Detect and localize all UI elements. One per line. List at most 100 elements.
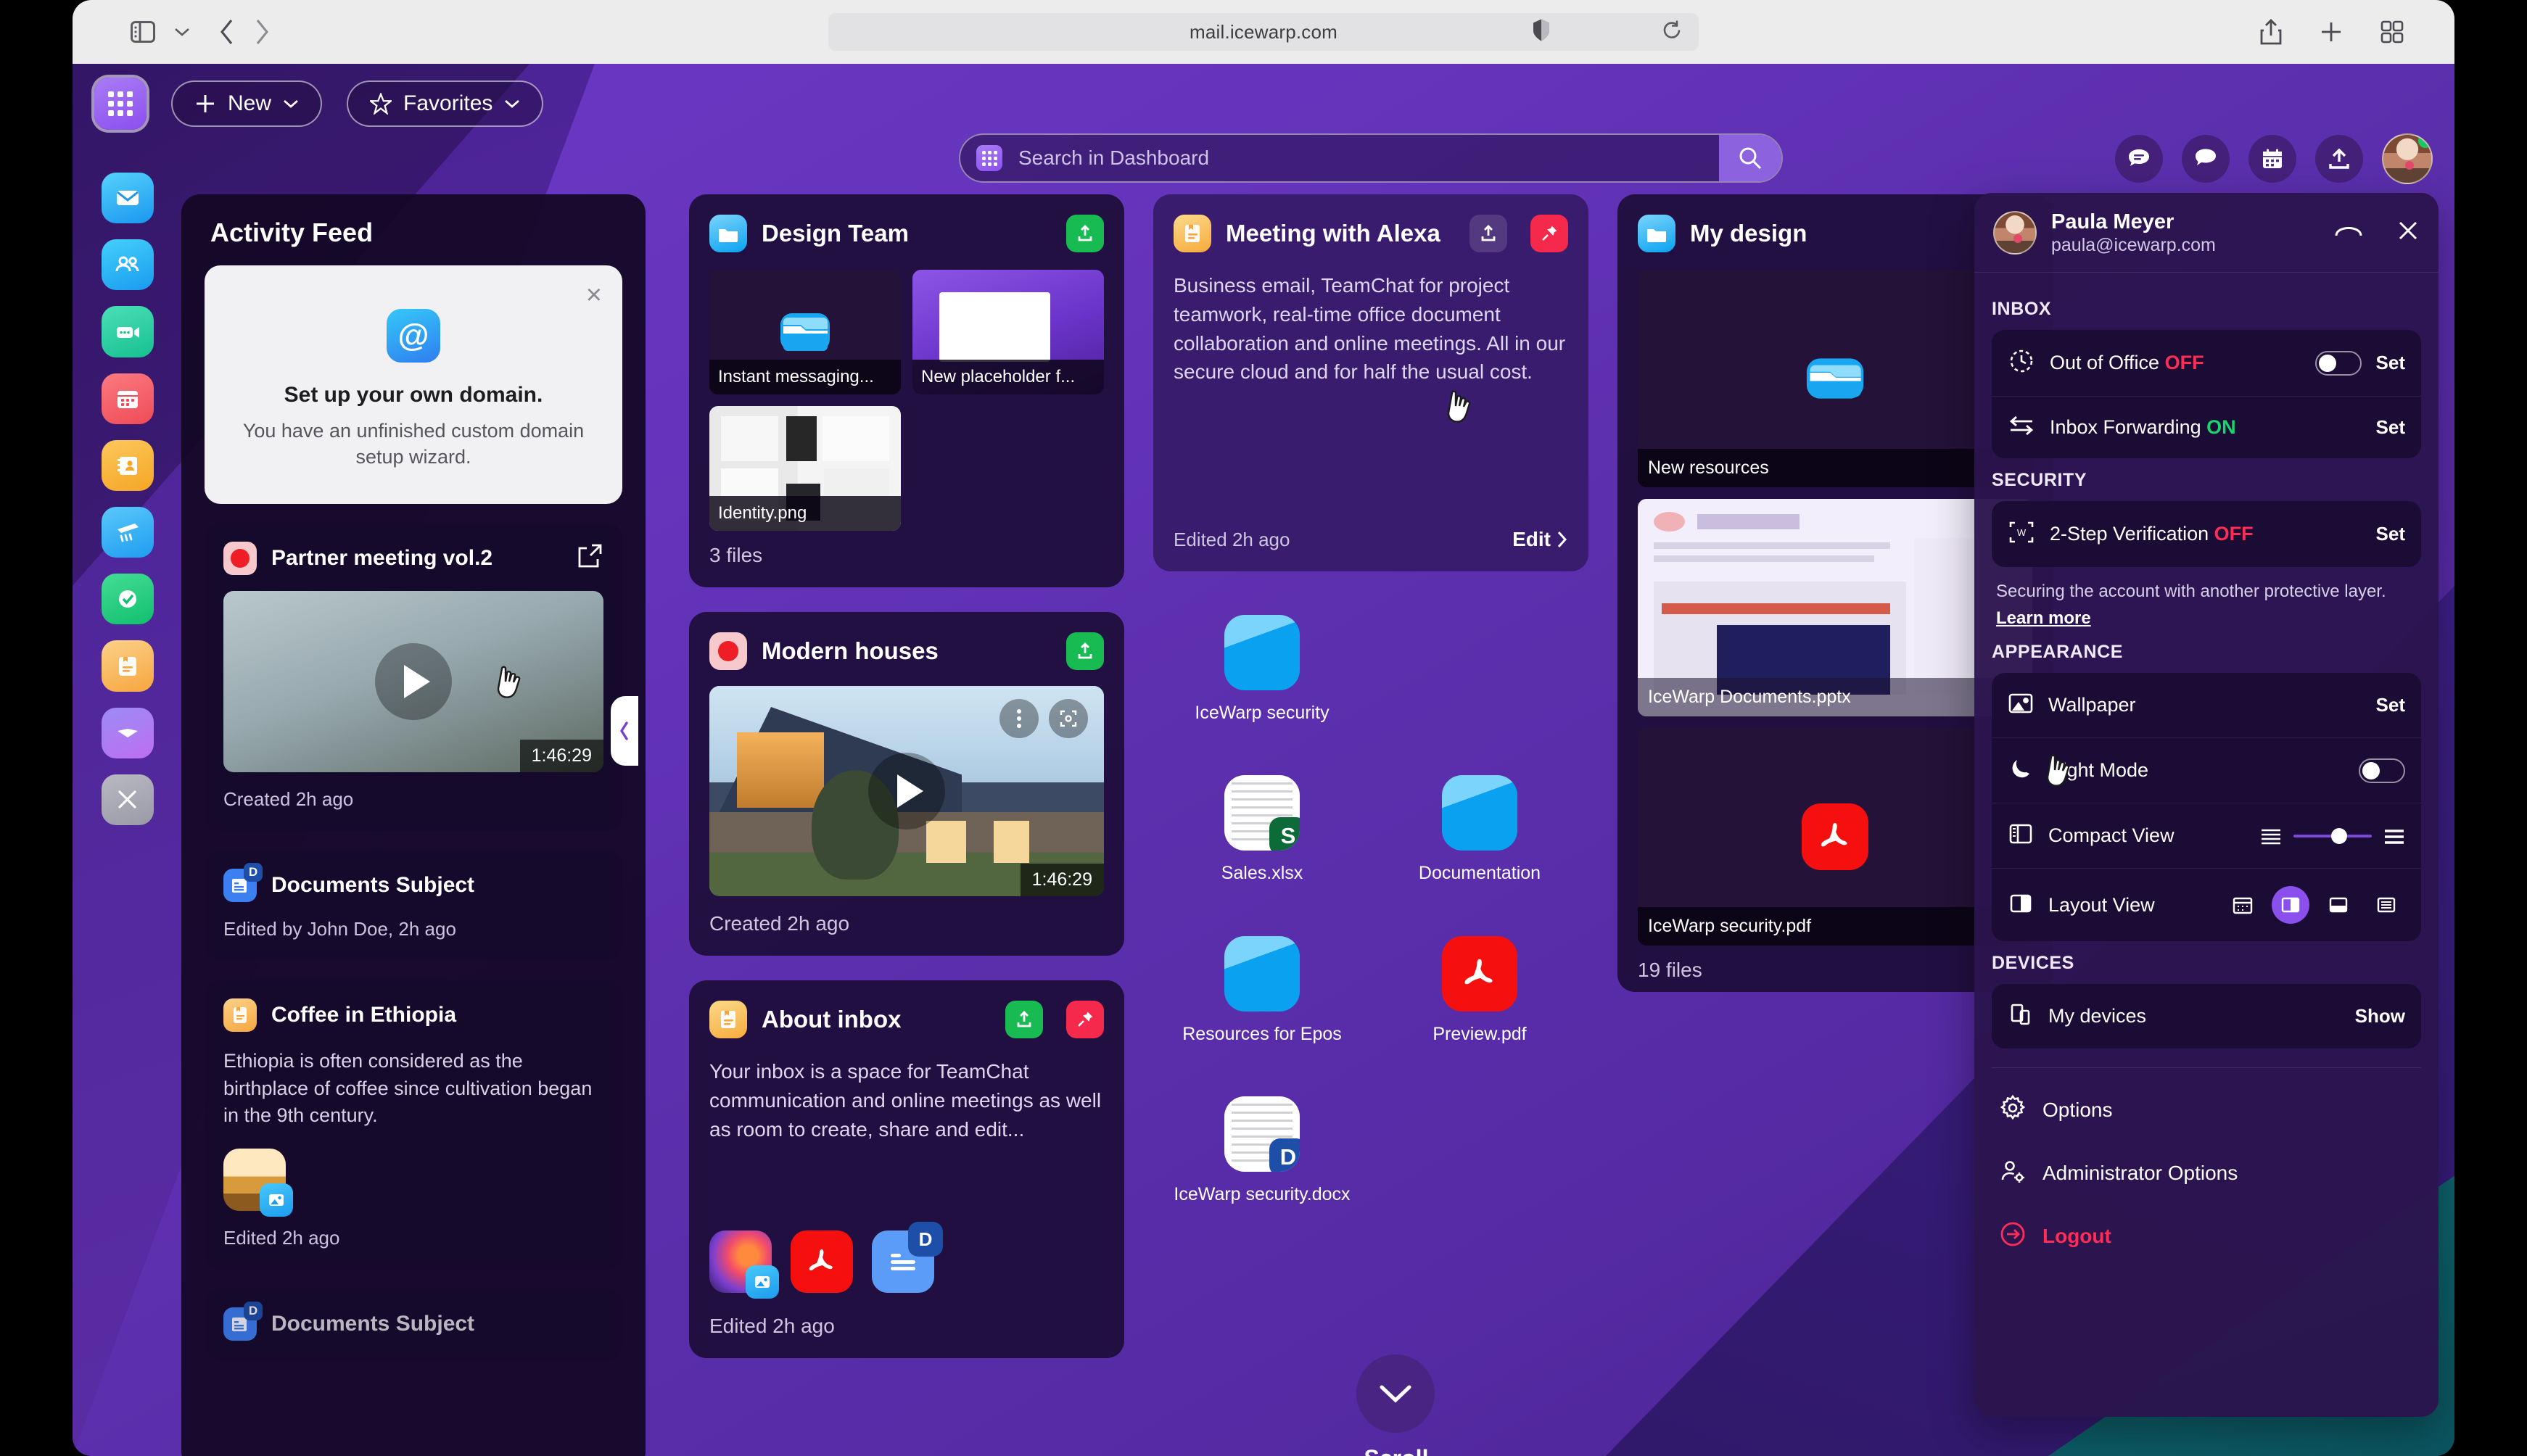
row-2step-verification[interactable]: W 2-Step Verification OFF Set [1992,501,2421,567]
list-item[interactable]: Partner meeting vol.2 1:46:29 Created 2h… [205,522,622,831]
row-night-mode[interactable]: Night Mode [1992,737,2421,803]
file-item[interactable]: Preview.pdf [1371,935,1588,1046]
video-thumbnail[interactable]: 1:46:29 [709,686,1104,896]
chevron-down-icon[interactable] [174,27,190,37]
tile[interactable]: Instant messaging... [709,270,901,394]
share-icon[interactable] [1005,1001,1043,1038]
close-icon[interactable] [2396,219,2420,246]
set-button[interactable]: Set [2376,694,2405,716]
row-inbox-forwarding[interactable]: Inbox Forwarding ON Set [1992,396,2421,458]
image-attachment[interactable] [709,1230,779,1299]
list-layout-icon[interactable] [2367,886,2405,924]
split-layout-icon[interactable] [2272,886,2309,925]
sidebar-item-meetings[interactable] [102,306,154,357]
file-item[interactable]: S Sales.xlsx [1153,775,1371,885]
search-input[interactable]: Search in Dashboard [959,133,1783,183]
document-attachment[interactable]: D [872,1222,943,1294]
avatar[interactable] [1993,210,2037,255]
sidebar-item-teamchat[interactable] [102,239,154,291]
back-icon[interactable] [219,18,235,46]
call-icon[interactable] [2334,220,2363,245]
sidebar-item-contacts[interactable] [102,439,154,492]
tile[interactable]: IceWarp Documents.pptx [1638,499,2032,716]
address-bar[interactable]: mail.icewarp.com [828,13,1699,51]
tile[interactable]: New placeholder f... [912,270,1104,394]
apps-grid-button[interactable] [94,78,147,130]
pdf-attachment[interactable] [791,1230,853,1294]
set-button[interactable]: Set [2376,416,2405,439]
file-item[interactable]: Documentation [1371,775,1588,885]
card-design-team[interactable]: Design Team Instant messaging... New pla… [689,194,1124,587]
set-button[interactable]: Set [2376,352,2405,374]
sidebar-item-mail[interactable] [102,173,154,224]
reload-icon[interactable] [1661,20,1683,45]
list-item[interactable]: D Documents Subject Edited by John Doe, … [205,849,622,961]
sidebar-item-calendar[interactable] [102,373,154,424]
pin-icon[interactable] [1066,1001,1104,1038]
list-item[interactable]: Coffee in Ethiopia Ethiopia is often con… [205,979,622,1270]
card-about-inbox[interactable]: About inbox Your inbox is a space for Te… [689,980,1124,1359]
night-mode-toggle[interactable] [2359,758,2405,783]
card-meeting-alexa[interactable]: Meeting with Alexa Business email, TeamC… [1153,194,1588,571]
domain-setup-promo[interactable]: × @ Set up your own domain. You have an … [205,265,622,504]
search-icon[interactable] [1719,135,1781,181]
learn-more-link[interactable]: Learn more [1996,607,2417,630]
sidebar-item-files[interactable] [102,707,154,758]
row-wallpaper[interactable]: Wallpaper Set [1992,673,2421,737]
file-item[interactable]: Resources for Epos [1153,935,1371,1046]
share-icon[interactable] [1469,215,1507,252]
image-attachment[interactable] [223,1149,293,1217]
folder-icon [1638,215,1675,252]
sidebar-item-tasks[interactable] [102,574,154,625]
play-icon[interactable] [868,753,945,830]
share-icon[interactable] [2260,19,2282,45]
row-out-of-office[interactable]: Out of Office OFF Set [1992,330,2421,396]
compact-view-slider[interactable] [2260,827,2405,845]
calendar-icon[interactable] [2248,135,2296,183]
favorites-button[interactable]: Favorites [347,80,544,127]
chat-icon[interactable] [2182,135,2230,183]
row-layout-view[interactable]: Layout View [1992,868,2421,941]
file-item[interactable]: D IceWarp security.docx [1153,1096,1371,1206]
avatar[interactable] [2382,133,2433,184]
tab-overview-icon[interactable] [2380,20,2404,44]
nav-prev-button[interactable] [611,696,638,766]
menu-item-administrator-options[interactable]: Administrator Options [1992,1141,2421,1204]
out-of-office-toggle[interactable] [2314,350,2362,376]
cards-column-notes: Meeting with Alexa Business email, TeamC… [1153,194,1588,596]
row-my-devices[interactable]: My devices Show [1992,984,2421,1048]
sidebar-item-whiteboard[interactable] [102,507,154,558]
tile[interactable]: Identity.png [709,406,901,531]
sidebar-toggle-icon[interactable] [131,21,155,43]
more-icon[interactable] [999,699,1039,738]
share-icon[interactable] [1066,215,1104,252]
share-icon[interactable] [1066,632,1104,670]
scroll-down-button[interactable] [1356,1354,1435,1433]
close-icon[interactable]: × [586,281,602,309]
tile[interactable]: New resources [1638,270,2032,487]
list-item[interactable]: D Documents Subject [205,1289,622,1362]
menu-item-options[interactable]: Options [1992,1078,2421,1141]
menu-item-logout[interactable]: Logout [1992,1204,2421,1267]
sidebar-item-tools[interactable] [102,774,154,826]
row-compact-view[interactable]: Compact View [1992,803,2421,868]
stacked-layout-icon[interactable] [2320,886,2357,924]
set-button[interactable]: Set [2376,523,2405,545]
play-icon[interactable] [375,642,452,720]
focus-icon[interactable] [1049,699,1088,738]
upload-icon[interactable] [2315,135,2363,183]
calendar-layout-icon[interactable] [2224,886,2262,924]
file-item[interactable]: IceWarp security [1153,615,1371,724]
video-thumbnail[interactable]: 1:46:29 [223,590,603,772]
card-modern-houses[interactable]: Modern houses 1:46:29 Created 2h ago [689,612,1124,956]
edit-button[interactable]: Edit [1512,528,1568,551]
teamchat-icon[interactable] [2115,135,2163,183]
tile[interactable]: IceWarp security.pdf [1638,728,2032,946]
new-button[interactable]: New [171,80,323,127]
show-button[interactable]: Show [2355,1005,2405,1027]
forward-icon[interactable] [254,18,270,46]
sidebar-item-notes[interactable] [102,640,154,692]
open-external-icon[interactable] [576,542,603,574]
pin-icon[interactable] [1530,215,1568,252]
new-tab-icon[interactable] [2320,20,2343,44]
